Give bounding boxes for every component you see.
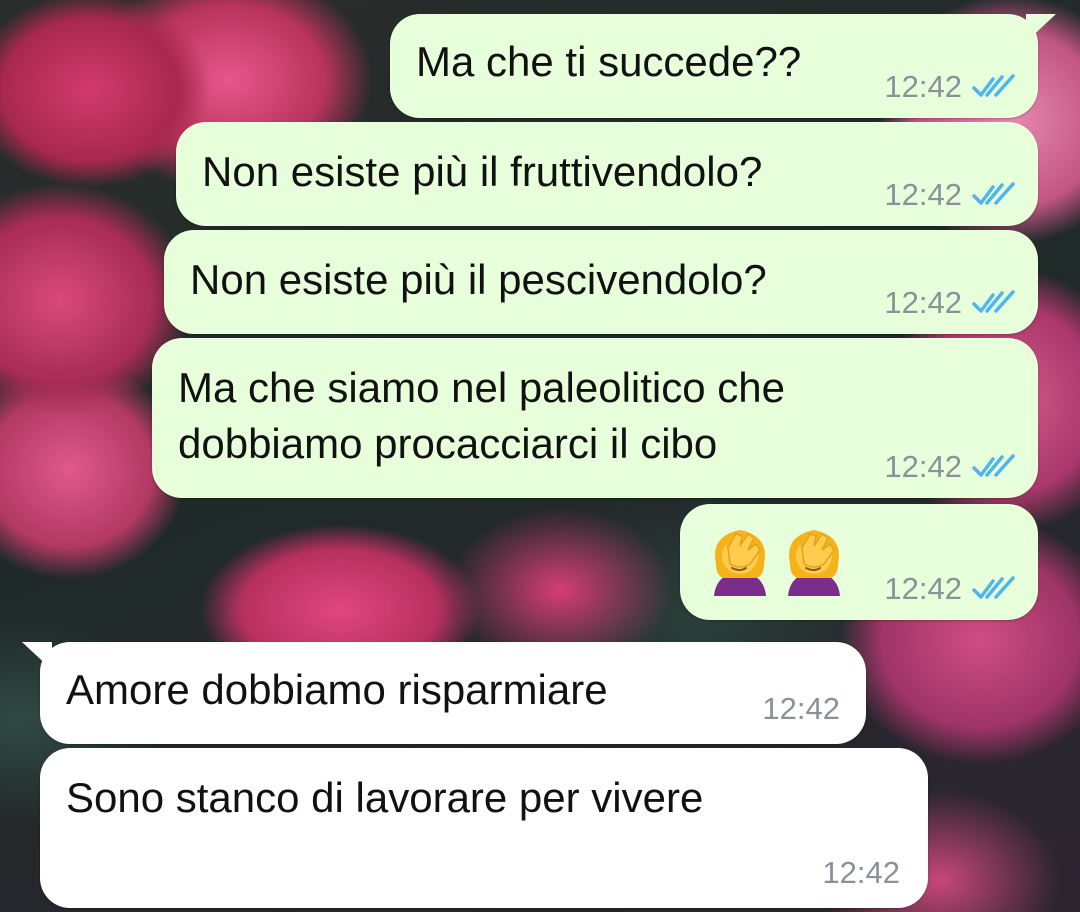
bubble-tail xyxy=(22,642,52,670)
double-check-read-icon xyxy=(972,576,1015,599)
outgoing-message[interactable]: Ma che ti succede?? 12:42 xyxy=(390,14,1056,118)
message-meta: 12:42 xyxy=(884,70,1016,104)
double-check-read-icon xyxy=(972,74,1015,97)
outgoing-message[interactable]: Non esiste più il fruttivendolo? 12:42 xyxy=(176,122,1038,226)
outgoing-message[interactable]: Ma che siamo nel paleolitico che dobbiam… xyxy=(152,338,1038,498)
message-text: Non esiste più il fruttivendolo? xyxy=(202,148,763,195)
message-meta: 12:42 xyxy=(884,450,1016,484)
message-text: Non esiste più il pescivendolo? xyxy=(190,256,767,303)
outgoing-message[interactable]: 12:42 xyxy=(680,504,1038,620)
double-check-read-icon xyxy=(972,290,1015,313)
message-time: 12:42 xyxy=(884,571,962,606)
incoming-message[interactable]: Amore dobbiamo risparmiare 12:42 xyxy=(22,642,866,744)
message-text: Ma che ti succede?? xyxy=(416,38,802,85)
message-time: 12:42 xyxy=(884,285,962,320)
chat-area: Ma che ti succede?? 12:42 Non esiste più… xyxy=(0,0,1080,912)
message-meta: 12:42 xyxy=(884,286,1016,320)
outgoing-message[interactable]: Non esiste più il pescivendolo? 12:42 xyxy=(164,230,1038,334)
message-time: 12:42 xyxy=(884,449,962,484)
message-text: Sono stanco di lavorare per vivere xyxy=(66,774,704,821)
message-meta: 12:42 xyxy=(884,178,1016,212)
message-meta: 12:42 xyxy=(762,692,840,726)
woman-facepalming-icon xyxy=(788,530,840,596)
message-meta: 12:42 xyxy=(884,572,1016,606)
double-check-read-icon xyxy=(972,182,1015,205)
bubble-tail xyxy=(1026,14,1056,42)
emoji-row xyxy=(706,524,848,596)
message-text: Ma che siamo nel paleolitico che dobbiam… xyxy=(178,364,785,467)
message-time: 12:42 xyxy=(884,69,962,104)
incoming-message[interactable]: Sono stanco di lavorare per vivere 12:42 xyxy=(40,748,928,908)
message-time: 12:42 xyxy=(762,691,840,726)
message-time: 12:42 xyxy=(822,855,900,890)
woman-facepalming-icon xyxy=(714,530,766,596)
message-time: 12:42 xyxy=(884,177,962,212)
message-text: Amore dobbiamo risparmiare xyxy=(66,666,608,713)
message-meta: 12:42 xyxy=(822,856,900,890)
double-check-read-icon xyxy=(972,454,1015,477)
